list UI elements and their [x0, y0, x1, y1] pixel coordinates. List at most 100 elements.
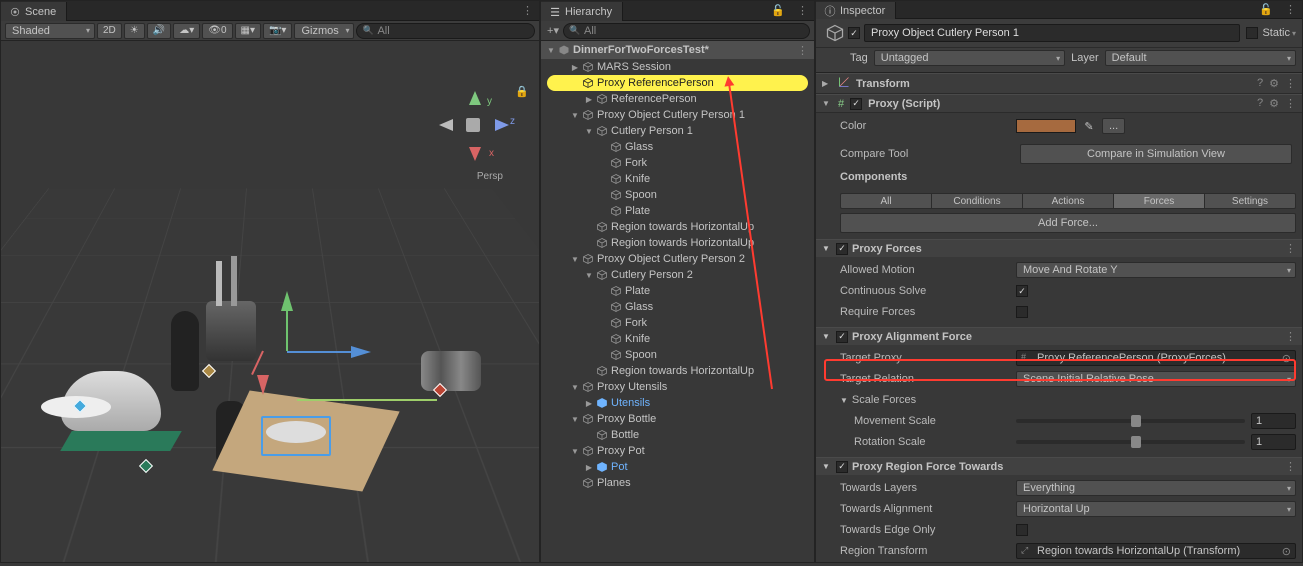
- hierarchy-row[interactable]: Region towards HorizontalUp: [541, 235, 814, 251]
- rotation-value-field[interactable]: 1: [1251, 434, 1296, 450]
- expand-arrow[interactable]: ▼: [569, 415, 581, 424]
- scene-root-row[interactable]: ▼ DinnerForTwoForcesTest* ⋮: [541, 41, 814, 59]
- hierarchy-row[interactable]: Region towards HorizontalUp: [541, 363, 814, 379]
- component-tab-settings[interactable]: Settings: [1204, 193, 1296, 209]
- hierarchy-row[interactable]: ▼Proxy Utensils: [541, 379, 814, 395]
- expand-arrow[interactable]: ▶: [583, 95, 595, 104]
- scale-forces-label[interactable]: ▼Scale Forces: [840, 394, 1010, 406]
- expand-arrow[interactable]: ▼: [569, 383, 581, 392]
- hierarchy-row[interactable]: Region towards HorizontalUp: [541, 219, 814, 235]
- scene-tab[interactable]: Scene: [1, 2, 67, 21]
- proxy-alignment-header[interactable]: ▼✓ Proxy Alignment Force ⋮: [816, 327, 1302, 345]
- inspector-lock[interactable]: 🔓: [1253, 1, 1279, 18]
- inspector-panel-menu[interactable]: ⋮: [1279, 1, 1302, 18]
- grid-icon[interactable]: ▦▾: [235, 23, 261, 39]
- hierarchy-lock[interactable]: 🔓: [765, 1, 791, 20]
- expand-arrow[interactable]: ▼: [569, 255, 581, 264]
- require-forces-checkbox[interactable]: [1016, 306, 1028, 318]
- hierarchy-create-button[interactable]: +▾: [545, 24, 561, 37]
- expand-arrow[interactable]: ▶: [583, 399, 595, 408]
- expand-arrow[interactable]: ▶: [583, 463, 595, 472]
- scene-panel-menu[interactable]: ⋮: [516, 1, 539, 20]
- towards-edge-checkbox[interactable]: [1016, 524, 1028, 536]
- expand-arrow[interactable]: ▶: [569, 63, 581, 72]
- component-tab-actions[interactable]: Actions: [1022, 193, 1113, 209]
- hierarchy-row[interactable]: Glass: [541, 299, 814, 315]
- hierarchy-row[interactable]: Spoon: [541, 347, 814, 363]
- hierarchy-row[interactable]: Knife: [541, 171, 814, 187]
- allowed-motion-dropdown[interactable]: Move And Rotate Y: [1016, 262, 1296, 278]
- hierarchy-row[interactable]: ▼Cutlery Person 1: [541, 123, 814, 139]
- transform-component-header[interactable]: ▶ Transform ?⚙⋮: [816, 73, 1302, 94]
- hierarchy-row[interactable]: Fork: [541, 155, 814, 171]
- audio-icon[interactable]: 🔊: [147, 23, 171, 39]
- hierarchy-row[interactable]: Planes: [541, 475, 814, 491]
- scene-search[interactable]: All: [356, 23, 535, 39]
- 2d-toggle[interactable]: 2D: [97, 23, 122, 39]
- region-transform-field[interactable]: ⤢Region towards HorizontalUp (Transform): [1016, 543, 1296, 559]
- continuous-solve-checkbox[interactable]: [1016, 285, 1028, 297]
- hierarchy-row[interactable]: Plate: [541, 203, 814, 219]
- camera-icon[interactable]: 📷▾: [263, 23, 292, 39]
- expand-arrow[interactable]: ▼: [583, 271, 595, 280]
- proxy-enabled-checkbox[interactable]: [850, 98, 862, 110]
- hierarchy-row[interactable]: ▼Proxy Pot: [541, 443, 814, 459]
- hierarchy-row[interactable]: Spoon: [541, 187, 814, 203]
- help-icon[interactable]: ?: [1257, 77, 1263, 90]
- proxy-region-header[interactable]: ▼✓ Proxy Region Force Towards ⋮: [816, 457, 1302, 475]
- orientation-gizmo[interactable]: yzx: [439, 91, 509, 161]
- expand-arrow[interactable]: ▼: [569, 111, 581, 120]
- tag-dropdown[interactable]: Untagged: [874, 50, 1065, 66]
- target-proxy-field[interactable]: #Proxy ReferencePerson (ProxyForces): [1016, 350, 1296, 366]
- hierarchy-row[interactable]: ▼Proxy Object Cutlery Person 1: [541, 107, 814, 123]
- target-relation-dropdown[interactable]: Scene Initial Relative Pose: [1016, 371, 1296, 387]
- hierarchy-panel-menu[interactable]: ⋮: [791, 1, 814, 20]
- fx-icon[interactable]: ☁▾: [173, 23, 200, 39]
- hierarchy-row[interactable]: Fork: [541, 315, 814, 331]
- shading-dropdown[interactable]: Shaded: [5, 23, 95, 39]
- proxy-component-header[interactable]: ▼ # Proxy (Script) ?⚙⋮: [816, 94, 1302, 113]
- hierarchy-row[interactable]: ▼Proxy Object Cutlery Person 2: [541, 251, 814, 267]
- add-force-button[interactable]: Add Force...: [840, 213, 1296, 233]
- hierarchy-row[interactable]: ▶ReferencePerson: [541, 91, 814, 107]
- active-checkbox[interactable]: [848, 27, 860, 39]
- movement-slider[interactable]: [1016, 419, 1245, 423]
- hierarchy-row[interactable]: ▶Pot: [541, 459, 814, 475]
- component-tab-conditions[interactable]: Conditions: [931, 193, 1022, 209]
- hierarchy-row[interactable]: ▶MARS Session: [541, 59, 814, 75]
- preset-icon[interactable]: ⚙: [1269, 97, 1279, 110]
- proxy-forces-header[interactable]: ▼✓ Proxy Forces ⋮: [816, 239, 1302, 257]
- color-more-button[interactable]: ...: [1102, 118, 1125, 134]
- component-tab-forces[interactable]: Forces: [1113, 193, 1204, 209]
- hierarchy-row[interactable]: Bottle: [541, 427, 814, 443]
- expand-arrow[interactable]: ▼: [569, 447, 581, 456]
- hierarchy-row[interactable]: ▼Cutlery Person 2: [541, 267, 814, 283]
- component-tab-all[interactable]: All: [840, 193, 931, 209]
- towards-alignment-dropdown[interactable]: Horizontal Up: [1016, 501, 1296, 517]
- scene-viewport[interactable]: yzx 🔒 Persp: [1, 41, 539, 562]
- hierarchy-row[interactable]: Plate: [541, 283, 814, 299]
- static-checkbox[interactable]: [1246, 27, 1258, 39]
- color-swatch[interactable]: [1016, 119, 1076, 133]
- layer-dropdown[interactable]: Default: [1105, 50, 1296, 66]
- object-name-field[interactable]: Proxy Object Cutlery Person 1: [864, 24, 1240, 42]
- hierarchy-row[interactable]: Knife: [541, 331, 814, 347]
- inspector-tab[interactable]: ⓘ Inspector: [816, 2, 896, 19]
- movement-value-field[interactable]: 1: [1251, 413, 1296, 429]
- hierarchy-row[interactable]: Glass: [541, 139, 814, 155]
- light-icon[interactable]: ☀: [124, 23, 145, 39]
- gizmos-dropdown[interactable]: Gizmos: [294, 23, 354, 39]
- lock-icon[interactable]: 🔒: [515, 85, 527, 99]
- hierarchy-tab[interactable]: ☰ Hierarchy: [541, 2, 623, 21]
- menu-icon[interactable]: ⋮: [1285, 77, 1296, 90]
- hierarchy-search[interactable]: All: [563, 23, 810, 39]
- hierarchy-row[interactable]: ▼Proxy Bottle: [541, 411, 814, 427]
- expand-arrow[interactable]: ▼: [583, 127, 595, 136]
- help-icon[interactable]: ?: [1257, 97, 1263, 110]
- eyedropper-icon[interactable]: ✎: [1082, 119, 1096, 133]
- towards-layers-dropdown[interactable]: Everything: [1016, 480, 1296, 496]
- preset-icon[interactable]: ⚙: [1269, 77, 1279, 90]
- hidden-icon[interactable]: 👁0: [202, 23, 232, 39]
- compare-button[interactable]: Compare in Simulation View: [1020, 144, 1292, 164]
- hierarchy-row[interactable]: Proxy ReferencePerson: [547, 75, 808, 91]
